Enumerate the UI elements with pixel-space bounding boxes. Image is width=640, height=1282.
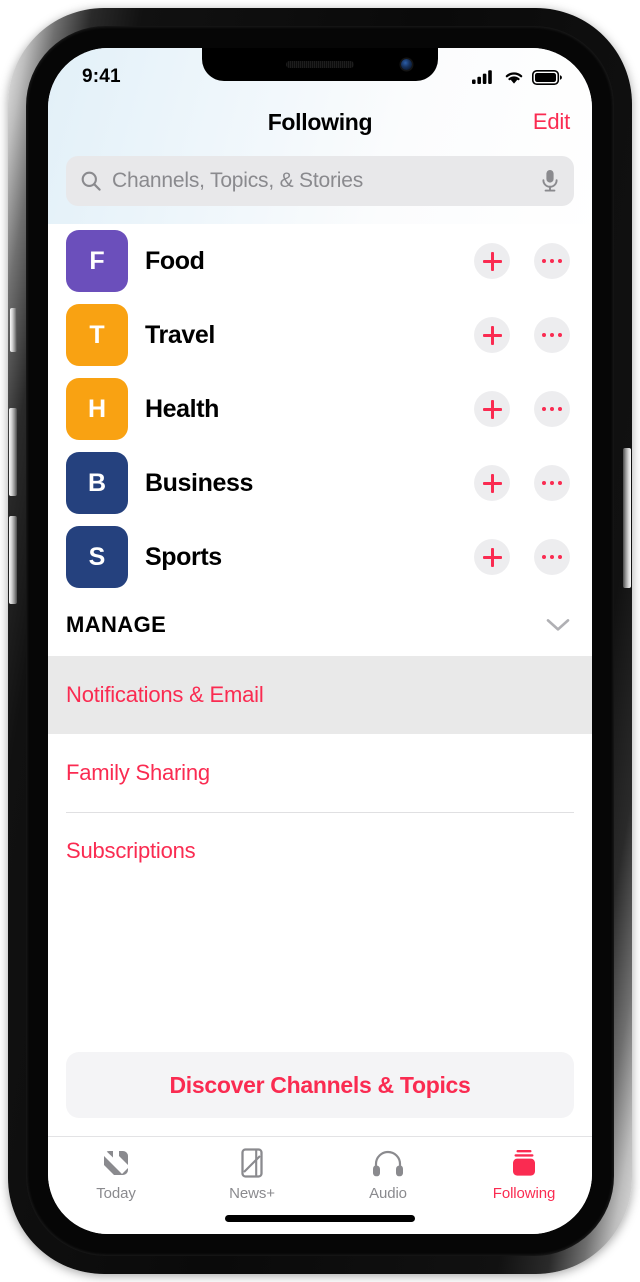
plus-icon [482, 251, 502, 271]
channel-avatar: F [66, 230, 128, 292]
device-frame: 9:41 Following Edit Channels, Topics, & … [8, 8, 632, 1274]
channel-row[interactable]: B Business [48, 446, 592, 520]
status-bar-indicators [472, 69, 562, 85]
manage-item-label: Subscriptions [66, 838, 196, 863]
channel-more-button[interactable] [534, 391, 570, 427]
search-input-placeholder: Channels, Topics, & Stories [112, 169, 364, 192]
channel-avatar: H [66, 378, 128, 440]
ellipsis-icon [541, 332, 563, 338]
channel-list: F Food T Travel H Health B Business S Sports [48, 224, 592, 594]
magazine-icon [238, 1146, 266, 1180]
add-channel-button[interactable] [474, 391, 510, 427]
channel-name: Business [145, 468, 253, 497]
manage-item-label: Family Sharing [66, 760, 210, 785]
channel-avatar-letter: F [89, 246, 105, 275]
volume-up-button[interactable] [9, 408, 17, 496]
channel-name: Sports [145, 542, 222, 571]
tab-label: Today [96, 1185, 136, 1202]
following-content: F Food T Travel H Health B Business S Sports MANA… [48, 224, 592, 1136]
plus-icon [482, 325, 502, 345]
search-bar: Channels, Topics, & Stories [66, 156, 574, 206]
card-stack-icon [510, 1146, 538, 1180]
wifi-icon [505, 72, 523, 84]
channel-avatar: S [66, 526, 128, 588]
mute-switch-button[interactable] [10, 308, 17, 352]
ellipsis-icon [541, 258, 563, 264]
phone-screen: 9:41 Following Edit Channels, Topics, & … [48, 48, 592, 1234]
battery-full-icon [532, 69, 562, 85]
manage-list-item[interactable]: Subscriptions [48, 812, 592, 890]
channel-avatar: T [66, 304, 128, 366]
search-icon [81, 171, 101, 191]
tab-label: Audio [369, 1185, 407, 1202]
manage-section-title: MANAGE [66, 612, 167, 637]
ellipsis-icon [541, 554, 563, 560]
headphones-icon [372, 1146, 404, 1180]
channel-more-button[interactable] [534, 243, 570, 279]
channel-name: Travel [145, 320, 215, 349]
channel-more-button[interactable] [534, 465, 570, 501]
channel-avatar-letter: B [87, 468, 107, 497]
ellipsis-icon [541, 406, 563, 412]
manage-list-item[interactable]: Family Sharing [48, 734, 592, 812]
tab-news[interactable]: News+ [184, 1146, 320, 1202]
channel-avatar-letter: H [87, 394, 107, 423]
channel-more-button[interactable] [534, 539, 570, 575]
status-bar-time: 9:41 [82, 66, 121, 87]
manage-list: Notifications & Email Family Sharing Subsc… [48, 656, 592, 890]
channel-row[interactable]: H Health [48, 372, 592, 446]
channel-avatar: B [66, 452, 128, 514]
page-title: Following [267, 108, 373, 135]
chevron-down-icon[interactable] [546, 618, 570, 632]
add-channel-button[interactable] [474, 243, 510, 279]
manage-section-header[interactable]: MANAGE [48, 594, 592, 656]
channel-row[interactable]: F Food [48, 224, 592, 298]
add-channel-button[interactable] [474, 317, 510, 353]
notch [202, 48, 438, 81]
channel-avatar-letter: S [88, 542, 106, 571]
tab-today[interactable]: Today [48, 1146, 184, 1202]
navigation-bar: Following Edit [48, 96, 592, 148]
channel-row[interactable]: T Travel [48, 298, 592, 372]
discover-channels-topics-button[interactable]: Discover Channels & Topics [66, 1052, 574, 1118]
channel-row[interactable]: S Sports [48, 520, 592, 594]
edit-button[interactable]: Edit [533, 109, 570, 135]
search-field[interactable]: Channels, Topics, & Stories [66, 156, 574, 206]
channel-name: Health [145, 394, 220, 423]
tab-label: News+ [229, 1185, 275, 1202]
manage-list-item[interactable]: Notifications & Email [48, 656, 592, 734]
channel-avatar-letter: T [89, 320, 105, 349]
signal-bars-icon [472, 70, 492, 84]
manage-item-label: Notifications & Email [66, 682, 264, 707]
add-channel-button[interactable] [474, 539, 510, 575]
power-button[interactable] [623, 448, 631, 588]
tab-audio[interactable]: Audio [320, 1146, 456, 1202]
front-camera-icon [401, 59, 412, 70]
apple-news-n-icon [101, 1146, 131, 1180]
tab-following[interactable]: Following [456, 1146, 592, 1202]
channel-name: Food [145, 246, 205, 275]
channel-more-button[interactable] [534, 317, 570, 353]
discover-section: Discover Channels & Topics [66, 1052, 574, 1118]
plus-icon [482, 473, 502, 493]
earpiece-speaker-icon [286, 61, 354, 68]
ellipsis-icon [541, 480, 563, 486]
volume-down-button[interactable] [9, 516, 17, 604]
plus-icon [482, 399, 502, 419]
microphone-icon[interactable] [540, 168, 560, 194]
add-channel-button[interactable] [474, 465, 510, 501]
plus-icon [482, 547, 502, 567]
home-indicator[interactable] [225, 1215, 415, 1222]
tab-label: Following [492, 1185, 556, 1202]
